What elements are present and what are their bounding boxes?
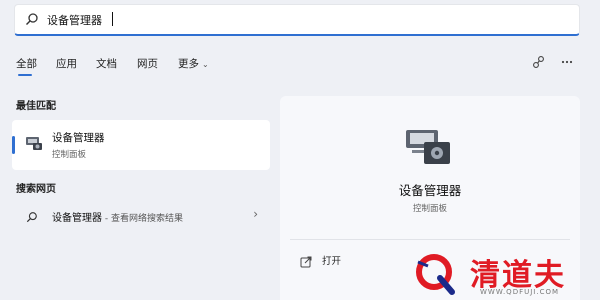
search-icon: [26, 208, 38, 227]
chevron-right-icon[interactable]: ›: [253, 207, 258, 221]
selection-indicator: [12, 136, 15, 154]
result-name: 设备管理器: [52, 132, 105, 144]
device-manager-icon: [24, 134, 44, 156]
device-manager-large-icon: [402, 124, 454, 172]
tab-apps[interactable]: 应用: [56, 56, 77, 71]
tab-documents[interactable]: 文档: [96, 56, 117, 71]
result-subtitle: 控制面板: [52, 150, 87, 160]
chevron-down-icon: ⌄: [202, 60, 209, 69]
web-search-result[interactable]: 设备管理器 - 查看网络搜索结果 ›: [12, 203, 270, 227]
search-icon: [25, 11, 39, 30]
divider: [290, 239, 570, 240]
tab-all[interactable]: 全部: [16, 56, 37, 76]
detail-title: 设备管理器: [398, 183, 462, 198]
search-input[interactable]: 设备管理器: [47, 12, 102, 28]
watermark: 清道夫 WWW.QDFUJI.COM: [412, 250, 598, 298]
search-box[interactable]: 设备管理器: [14, 4, 580, 36]
web-search-query: 设备管理器: [52, 213, 102, 224]
tab-web[interactable]: 网页: [137, 56, 158, 71]
web-search-suffix: - 查看网络搜索结果: [102, 214, 183, 224]
watermark-logo-icon: [412, 252, 462, 300]
open-external-icon: [300, 253, 312, 272]
text-caret: [112, 12, 113, 26]
tab-more-label: 更多: [178, 58, 199, 70]
detail-subtitle: 控制面板: [412, 204, 447, 214]
web-search-heading: 搜索网页: [16, 184, 56, 195]
more-options-icon[interactable]: [560, 54, 574, 73]
best-match-result[interactable]: 设备管理器 控制面板: [12, 120, 270, 170]
share-icon[interactable]: [532, 54, 546, 73]
web-search-text: 设备管理器 - 查看网络搜索结果: [52, 209, 183, 224]
tab-more[interactable]: 更多 ⌄: [178, 56, 209, 71]
open-label: 打开: [322, 256, 342, 267]
watermark-url: WWW.QDFUJI.COM: [480, 288, 560, 296]
best-match-heading: 最佳匹配: [16, 101, 56, 112]
